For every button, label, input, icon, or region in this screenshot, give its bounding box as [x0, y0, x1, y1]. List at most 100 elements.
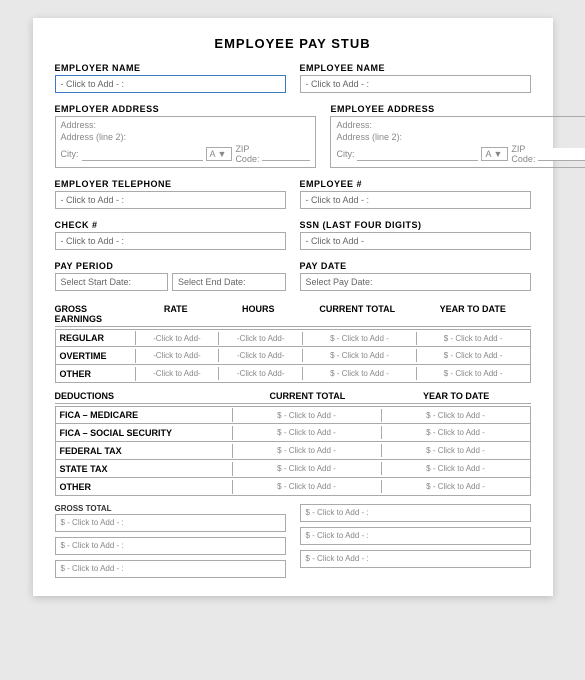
- totals-right-col: $ - Click to Add - : $ - Click to Add - …: [300, 504, 531, 578]
- earnings-row-current[interactable]: $ - Click to Add -: [303, 332, 417, 345]
- totals-right-val1[interactable]: $ - Click to Add - :: [300, 504, 531, 522]
- deductions-row: FEDERAL TAX $ - Click to Add - $ - Click…: [55, 442, 531, 460]
- deductions-row-label: FICA – MEDICARE: [56, 408, 233, 422]
- earnings-row-ytd[interactable]: $ - Click to Add -: [417, 367, 530, 380]
- employee-name-input[interactable]: - Click to Add - :: [300, 75, 531, 93]
- deductions-section: DEDUCTIONS CURRENT TOTAL YEAR TO DATE FI…: [55, 391, 531, 496]
- earnings-rate-label: RATE: [135, 304, 218, 324]
- employer-state-select[interactable]: A ▼: [206, 147, 233, 161]
- employee-address-label: EMPLOYEE ADDRESS: [330, 104, 585, 114]
- pay-period-end-input[interactable]: Select End Date:: [172, 273, 286, 291]
- ssn-group: SSN (LAST FOUR DIGITS) - Click to Add -: [300, 220, 531, 250]
- employer-zip-input[interactable]: [262, 148, 310, 161]
- pay-period-group: PAY PERIOD Select Start Date: Select End…: [55, 261, 286, 291]
- employer-telephone-label: EMPLOYER TELEPHONE: [55, 179, 286, 189]
- check-input[interactable]: - Click to Add - :: [55, 232, 286, 250]
- earnings-row-current[interactable]: $ - Click to Add -: [303, 349, 417, 362]
- deductions-row-label: FEDERAL TAX: [56, 444, 233, 458]
- pay-stub-page: EMPLOYEE PAY STUB EMPLOYER NAME - Click …: [33, 18, 553, 596]
- ssn-input[interactable]: - Click to Add -: [300, 232, 531, 250]
- deductions-row: STATE TAX $ - Click to Add - $ - Click t…: [55, 460, 531, 478]
- earnings-hours-label: HOURS: [217, 304, 300, 324]
- employee-zip-input[interactable]: [538, 148, 585, 161]
- totals-left-val1[interactable]: $ - Click to Add - :: [55, 514, 286, 532]
- deductions-row-label: FICA – SOCIAL SECURITY: [56, 426, 233, 440]
- pay-date-input[interactable]: Select Pay Date:: [300, 273, 531, 291]
- employee-city-input[interactable]: [357, 148, 478, 161]
- employee-address-line1: Address:: [336, 120, 585, 130]
- deductions-row-current[interactable]: $ - Click to Add -: [233, 444, 382, 457]
- earnings-row-hours[interactable]: -Click to Add-: [219, 367, 303, 380]
- totals-section: GROSS TOTAL $ - Click to Add - : $ - Cli…: [55, 504, 531, 578]
- earnings-header: GROSS EARNINGS RATE HOURS CURRENT TOTAL …: [55, 304, 531, 327]
- employer-address-group: EMPLOYER ADDRESS Address: Address (line …: [55, 104, 317, 168]
- employer-telephone-input[interactable]: - Click to Add - :: [55, 191, 286, 209]
- employee-number-input[interactable]: - Click to Add - :: [300, 191, 531, 209]
- employee-name-group: EMPLOYEE NAME - Click to Add - :: [300, 63, 531, 93]
- deductions-row: OTHER $ - Click to Add - $ - Click to Ad…: [55, 478, 531, 496]
- employee-number-label: EMPLOYEE #: [300, 179, 531, 189]
- earnings-row: OTHER -Click to Add- -Click to Add- $ - …: [55, 365, 531, 383]
- earnings-row-rate[interactable]: -Click to Add-: [136, 332, 220, 345]
- deductions-row-ytd[interactable]: $ - Click to Add -: [382, 462, 530, 475]
- totals-left-val3[interactable]: $ - Click to Add - :: [55, 560, 286, 578]
- earnings-row-ytd[interactable]: $ - Click to Add -: [417, 349, 530, 362]
- deductions-row-label: OTHER: [56, 480, 233, 494]
- employee-state-select[interactable]: A ▼: [481, 147, 508, 161]
- pay-date-label: PAY DATE: [300, 261, 531, 271]
- totals-left-col: GROSS TOTAL $ - Click to Add - : $ - Cli…: [55, 504, 286, 578]
- page-title: EMPLOYEE PAY STUB: [55, 36, 531, 51]
- employer-address-line2: Address (line 2):: [61, 132, 311, 142]
- earnings-row-hours[interactable]: -Click to Add-: [219, 332, 303, 345]
- earnings-row-label: OTHER: [56, 367, 136, 381]
- employer-zip-label: ZIP Code:: [235, 144, 259, 164]
- employer-address-block: Address: Address (line 2): City: A ▼ ZIP…: [55, 116, 317, 168]
- deductions-current-total-label: CURRENT TOTAL: [233, 391, 382, 401]
- totals-right-val3[interactable]: $ - Click to Add - :: [300, 550, 531, 568]
- totals-left-val2[interactable]: $ - Click to Add - :: [55, 537, 286, 555]
- earnings-ytd-label: YEAR TO DATE: [415, 304, 531, 324]
- earnings-row-rate[interactable]: -Click to Add-: [136, 367, 220, 380]
- employee-address-block: Address: Address (line 2): City: A ▼ ZIP…: [330, 116, 585, 168]
- employer-address-label: EMPLOYER ADDRESS: [55, 104, 317, 114]
- earnings-row: REGULAR -Click to Add- -Click to Add- $ …: [55, 329, 531, 347]
- pay-period-label: PAY PERIOD: [55, 261, 286, 271]
- totals-right-val2[interactable]: $ - Click to Add - :: [300, 527, 531, 545]
- earnings-row-rate[interactable]: -Click to Add-: [136, 349, 220, 362]
- earnings-section-label: GROSS EARNINGS: [55, 304, 135, 324]
- earnings-current-total-label: CURRENT TOTAL: [300, 304, 416, 324]
- deductions-row-label: STATE TAX: [56, 462, 233, 476]
- deductions-row-current[interactable]: $ - Click to Add -: [233, 409, 382, 422]
- check-label: CHECK #: [55, 220, 286, 230]
- pay-period-start-input[interactable]: Select Start Date:: [55, 273, 169, 291]
- earnings-row-label: OVERTIME: [56, 349, 136, 363]
- deductions-row-current[interactable]: $ - Click to Add -: [233, 480, 382, 493]
- ssn-label: SSN (LAST FOUR DIGITS): [300, 220, 531, 230]
- earnings-row-hours[interactable]: -Click to Add-: [219, 349, 303, 362]
- earnings-row-label: REGULAR: [56, 331, 136, 345]
- deductions-row-ytd[interactable]: $ - Click to Add -: [382, 444, 530, 457]
- employer-name-input[interactable]: - Click to Add - :: [55, 75, 286, 93]
- deductions-row-current[interactable]: $ - Click to Add -: [233, 462, 382, 475]
- totals-left-label1: GROSS TOTAL: [55, 504, 286, 513]
- deductions-section-label: DEDUCTIONS: [55, 391, 234, 401]
- employer-city-input[interactable]: [82, 148, 203, 161]
- deductions-row-current[interactable]: $ - Click to Add -: [233, 426, 382, 439]
- pay-date-group: PAY DATE Select Pay Date:: [300, 261, 531, 291]
- employee-name-label: EMPLOYEE NAME: [300, 63, 531, 73]
- employer-city-row: City: A ▼ ZIP Code:: [61, 144, 311, 164]
- earnings-row-current[interactable]: $ - Click to Add -: [303, 367, 417, 380]
- totals-left-group: GROSS TOTAL $ - Click to Add - :: [55, 504, 286, 532]
- earnings-rows: REGULAR -Click to Add- -Click to Add- $ …: [55, 329, 531, 383]
- earnings-row-ytd[interactable]: $ - Click to Add -: [417, 332, 530, 345]
- deductions-row: FICA – MEDICARE $ - Click to Add - $ - C…: [55, 406, 531, 424]
- deductions-row-ytd[interactable]: $ - Click to Add -: [382, 409, 530, 422]
- employee-city-row: City: A ▼ ZIP Code:: [336, 144, 585, 164]
- deductions-row-ytd[interactable]: $ - Click to Add -: [382, 426, 530, 439]
- check-group: CHECK # - Click to Add - :: [55, 220, 286, 250]
- deductions-row-ytd[interactable]: $ - Click to Add -: [382, 480, 530, 493]
- employee-address-group: EMPLOYEE ADDRESS Address: Address (line …: [330, 104, 585, 168]
- employer-name-group: EMPLOYER NAME - Click to Add - :: [55, 63, 286, 93]
- earnings-section: GROSS EARNINGS RATE HOURS CURRENT TOTAL …: [55, 304, 531, 383]
- earnings-row: OVERTIME -Click to Add- -Click to Add- $…: [55, 347, 531, 365]
